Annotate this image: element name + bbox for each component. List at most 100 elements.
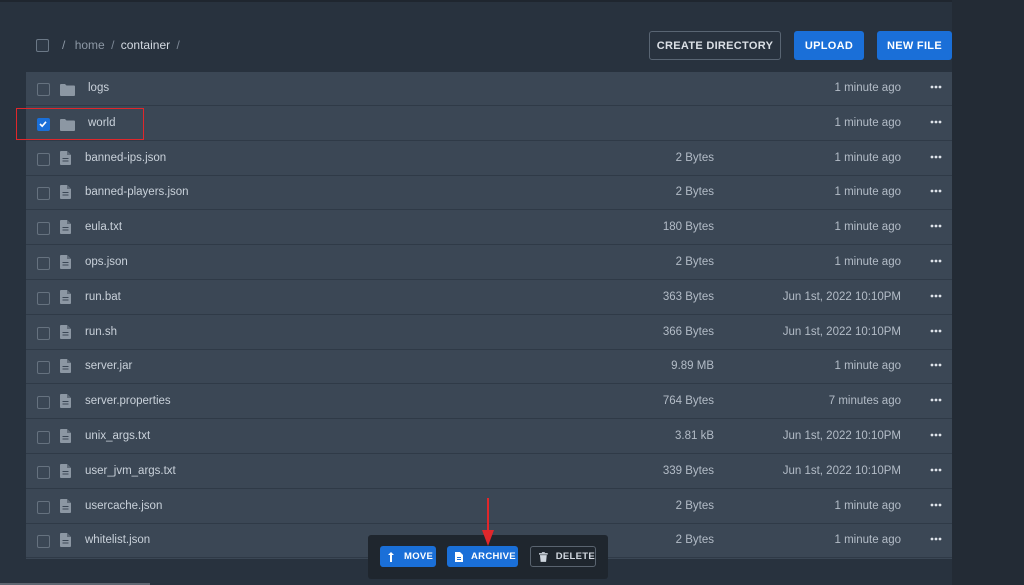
file-modified: 1 minute ago [834, 82, 902, 94]
file-manager-header: / home / container / CREATE DIRECTORY UP… [26, 27, 952, 63]
row-checkbox[interactable] [37, 465, 50, 479]
row-checkbox[interactable] [37, 361, 50, 375]
file-row[interactable]: server.properties 764 Bytes 7 minutes ago [26, 385, 952, 420]
file-modified: 1 minute ago [834, 151, 902, 164]
file-modified: Jun 1st, 2022 10:10PM [782, 430, 901, 442]
file-icon [60, 359, 71, 378]
more-options-icon[interactable] [929, 184, 943, 198]
file-row[interactable]: ops.json 2 Bytes 1 minute ago [26, 246, 952, 280]
file-row[interactable]: server.jar 9.89 MB 1 minute ago [26, 350, 952, 385]
file-row[interactable]: run.sh 366 Bytes Jun 1st, 2022 10:10PM [26, 316, 952, 350]
file-icon [60, 463, 71, 483]
row-checkbox[interactable] [37, 187, 50, 201]
file-size: 339 Bytes [662, 464, 714, 477]
more-options-icon[interactable] [929, 289, 943, 303]
file-row[interactable]: logs 1 minute ago [26, 72, 952, 106]
trash-icon [539, 551, 548, 562]
file-size: 2 Bytes [675, 499, 714, 512]
file-name[interactable]: run.sh [85, 326, 117, 338]
file-name[interactable]: unix_args.txt [85, 430, 150, 442]
row-checkbox[interactable] [37, 152, 50, 166]
breadcrumb-current: container [120, 38, 171, 52]
row-checkbox[interactable] [37, 257, 50, 270]
more-options-icon[interactable] [929, 498, 943, 512]
top-edge [0, 0, 1024, 2]
file-name[interactable]: user_jvm_args.txt [85, 465, 176, 477]
row-checkbox[interactable] [37, 117, 50, 131]
more-options-icon[interactable] [929, 428, 943, 442]
more-options-icon[interactable] [929, 463, 943, 477]
row-checkbox[interactable] [37, 431, 50, 444]
delete-button[interactable]: DELETE [530, 546, 596, 567]
file-modified: 1 minute ago [834, 186, 902, 199]
file-size: 366 Bytes [662, 325, 714, 338]
file-row[interactable]: user_jvm_args.txt 339 Bytes Jun 1st, 2022 … [26, 455, 952, 489]
more-options-icon[interactable] [929, 532, 943, 546]
file-icon [60, 289, 71, 309]
file-name[interactable]: whitelist.json [85, 534, 150, 546]
row-checkbox[interactable] [37, 222, 50, 236]
file-icon [60, 150, 71, 170]
archive-button[interactable]: ARCHIVE [447, 546, 518, 567]
file-row[interactable]: unix_args.txt 3.81 kB Jun 1st, 2022 10:10P… [26, 420, 952, 454]
move-button[interactable]: MOVE [380, 546, 436, 567]
breadcrumb-root[interactable]: / [62, 38, 65, 52]
file-row[interactable]: run.bat 363 Bytes Jun 1st, 2022 10:10PM [26, 281, 952, 315]
more-options-icon[interactable] [929, 324, 943, 338]
file-name[interactable]: ops.json [85, 256, 128, 268]
file-icon [60, 324, 71, 344]
select-all-checkbox[interactable] [36, 39, 49, 52]
row-checkbox[interactable] [37, 396, 50, 410]
red-arrow-annotation [482, 498, 494, 546]
file-row[interactable]: banned-players.json 2 Bytes 1 minute ago [26, 176, 952, 211]
folder-icon [60, 118, 75, 136]
file-list: logs 1 minute ago world 1 minute ago banned-… [26, 72, 952, 559]
file-modified: 1 minute ago [834, 360, 902, 373]
file-name[interactable]: server.properties [85, 395, 171, 407]
move-icon [388, 551, 394, 562]
more-options-icon[interactable] [929, 115, 943, 129]
breadcrumb-home[interactable]: home [75, 38, 105, 52]
file-size: 2 Bytes [675, 534, 714, 547]
row-checkbox[interactable] [37, 500, 50, 514]
upload-button[interactable]: UPLOAD [794, 31, 864, 60]
more-options-icon[interactable] [929, 393, 943, 407]
file-name[interactable]: world [88, 117, 115, 129]
move-button-label: MOVE [404, 551, 434, 562]
right-side-panel [952, 0, 1024, 585]
file-modified: 1 minute ago [834, 221, 902, 234]
file-icon [60, 429, 71, 448]
create-directory-button[interactable]: CREATE DIRECTORY [649, 31, 781, 60]
file-name[interactable]: usercache.json [85, 500, 162, 512]
delete-button-label: DELETE [555, 551, 595, 562]
file-modified: 1 minute ago [834, 116, 902, 129]
file-name[interactable]: eula.txt [85, 221, 122, 233]
file-name[interactable]: banned-players.json [85, 186, 189, 198]
file-row[interactable]: eula.txt 180 Bytes 1 minute ago [26, 211, 952, 246]
file-row[interactable]: world 1 minute ago [26, 107, 952, 141]
file-name[interactable]: banned-ips.json [85, 152, 166, 164]
file-row[interactable]: banned-ips.json 2 Bytes 1 minute ago [26, 142, 952, 176]
file-modified: Jun 1st, 2022 10:10PM [782, 464, 901, 477]
more-options-icon[interactable] [929, 150, 943, 164]
file-modified: 7 minutes ago [828, 395, 901, 408]
file-icon [60, 394, 71, 413]
row-checkbox[interactable] [37, 291, 50, 305]
file-size: 2 Bytes [675, 151, 714, 164]
new-file-button[interactable]: NEW FILE [877, 31, 952, 60]
file-icon [60, 220, 71, 239]
file-name[interactable]: run.bat [85, 291, 121, 303]
row-checkbox[interactable] [37, 535, 50, 549]
file-modified: 1 minute ago [834, 499, 902, 512]
file-modified: 1 minute ago [834, 534, 902, 547]
more-options-icon[interactable] [929, 80, 943, 94]
file-name[interactable]: logs [88, 82, 109, 94]
row-checkbox[interactable] [37, 83, 50, 96]
file-modified: Jun 1st, 2022 10:10PM [782, 290, 901, 303]
file-name[interactable]: server.jar [85, 360, 132, 372]
more-options-icon[interactable] [929, 254, 943, 268]
more-options-icon[interactable] [929, 219, 943, 233]
row-checkbox[interactable] [37, 326, 50, 340]
file-size: 764 Bytes [662, 395, 714, 408]
more-options-icon[interactable] [929, 358, 943, 372]
